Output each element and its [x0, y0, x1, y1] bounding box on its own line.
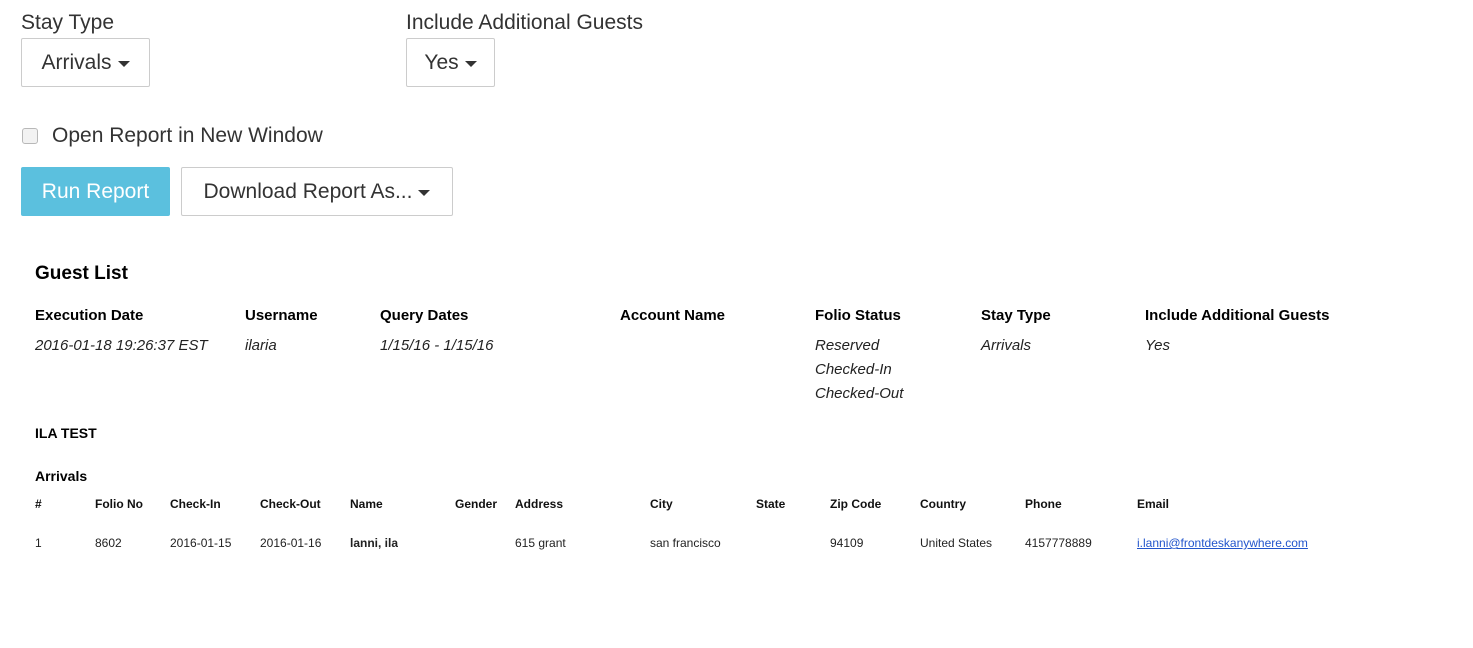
caret-down-icon: [464, 60, 477, 67]
additional-guests-dropdown[interactable]: Yes: [406, 38, 495, 87]
col-header-check-in: Check-In: [170, 497, 221, 511]
folio-status-header: Folio Status: [815, 307, 901, 324]
query-dates-header: Query Dates: [380, 307, 469, 324]
cell-zip-code: 94109: [830, 536, 864, 550]
run-report-button[interactable]: Run Report: [21, 167, 170, 216]
col-header-number: #: [35, 497, 42, 511]
execution-date-value: 2016-01-18 19:26:37 EST: [35, 337, 208, 354]
stay-type-dropdown[interactable]: Arrivals: [21, 38, 150, 87]
download-report-label: Download Report As...: [203, 179, 413, 203]
additional-guests-header: Include Additional Guests: [1145, 307, 1330, 324]
col-header-check-out: Check-Out: [260, 497, 321, 511]
col-header-phone: Phone: [1025, 497, 1062, 511]
cell-address: 615 grant: [515, 536, 566, 550]
col-header-country: Country: [920, 497, 966, 511]
col-header-name: Name: [350, 497, 383, 511]
cell-folio-no: 8602: [95, 536, 122, 550]
additional-guests-label: Include Additional Guests: [406, 11, 643, 34]
section-heading: Arrivals: [35, 468, 88, 484]
col-header-zip-code: Zip Code: [830, 497, 882, 511]
caret-down-icon: [418, 189, 431, 196]
stay-type-label: Stay Type: [21, 11, 115, 34]
username-header: Username: [245, 307, 318, 324]
cell-number: 1: [35, 536, 42, 550]
caret-down-icon: [117, 60, 130, 67]
folio-status-value: Reserved: [815, 337, 880, 354]
cell-phone: 4157778889: [1025, 536, 1092, 550]
additional-guests-value: Yes: [1145, 337, 1171, 354]
account-heading: ILA TEST: [35, 425, 97, 441]
execution-date-header: Execution Date: [35, 307, 144, 324]
table-row: 1 8602 2016-01-15 2016-01-16 lanni, ila …: [0, 528, 1473, 556]
col-header-state: State: [756, 497, 786, 511]
col-header-email: Email: [1137, 497, 1170, 511]
stay-type-header: Stay Type: [981, 307, 1051, 324]
download-report-dropdown[interactable]: Download Report As...: [181, 167, 453, 216]
col-header-city: City: [650, 497, 673, 511]
folio-status-value: Checked-Out: [815, 385, 904, 402]
report-title: Guest List: [35, 263, 128, 284]
additional-guests-value: Yes: [424, 50, 459, 74]
cell-name: lanni, ila: [350, 536, 399, 550]
col-header-address: Address: [515, 497, 564, 511]
col-header-folio-no: Folio No: [95, 497, 143, 511]
col-header-gender: Gender: [455, 497, 498, 511]
query-dates-value: 1/15/16 - 1/15/16: [380, 337, 494, 354]
stay-type-value: Arrivals: [41, 50, 112, 74]
cell-country: United States: [920, 536, 993, 550]
new-window-label[interactable]: Open Report in New Window: [52, 124, 323, 148]
folio-status-value: Checked-In: [815, 361, 892, 378]
stay-type-value: Arrivals: [981, 337, 1032, 354]
email-link[interactable]: i.lanni@frontdeskanywhere.com: [1137, 536, 1308, 550]
username-value: ilaria: [245, 337, 277, 354]
cell-check-in: 2016-01-15: [170, 536, 232, 550]
new-window-checkbox[interactable]: [22, 128, 38, 144]
cell-check-out: 2016-01-16: [260, 536, 322, 550]
cell-city: san francisco: [650, 536, 721, 550]
account-name-header: Account Name: [620, 307, 726, 324]
